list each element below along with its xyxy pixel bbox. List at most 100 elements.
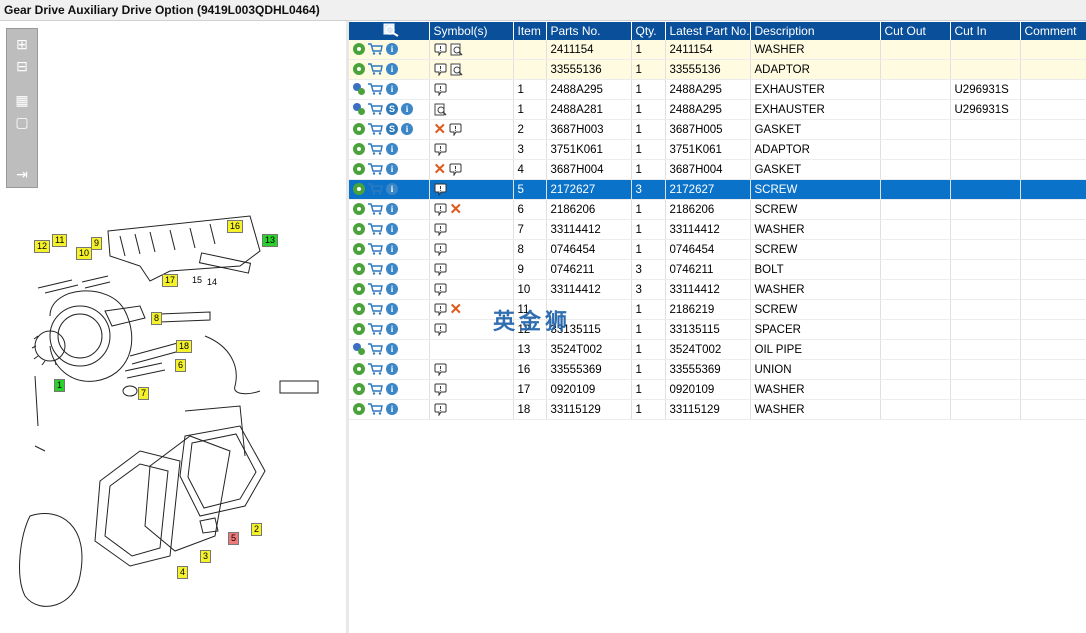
info-icon[interactable]: i: [386, 383, 398, 396]
cart-icon[interactable]: [368, 103, 383, 116]
table-row[interactable]: i 3 3751K061 1 3751K061 ADAPTOR: [349, 139, 1086, 160]
note-icon[interactable]: [434, 323, 447, 337]
gears-icon[interactable]: [353, 103, 365, 116]
info-icon[interactable]: i: [386, 43, 398, 56]
discontinued-icon[interactable]: ✕: [434, 162, 447, 177]
callout-13[interactable]: 13: [262, 234, 279, 247]
gear-icon[interactable]: [353, 403, 365, 416]
gear-icon[interactable]: [353, 183, 365, 196]
note-icon[interactable]: [449, 123, 462, 137]
callout-8[interactable]: 8: [151, 312, 163, 325]
col-header-latest-part-no[interactable]: Latest Part No.: [665, 22, 751, 40]
callout-11[interactable]: 11: [52, 234, 68, 247]
gears-icon[interactable]: [353, 83, 365, 96]
cart-icon[interactable]: [368, 43, 383, 56]
info-icon[interactable]: i: [386, 223, 398, 236]
cart-icon[interactable]: [368, 63, 383, 76]
zoom-out-button[interactable]: ⊟: [12, 57, 32, 75]
callout-4[interactable]: 4: [177, 566, 189, 579]
info-icon[interactable]: i: [386, 403, 398, 416]
callout-9[interactable]: 9: [91, 237, 103, 250]
cart-icon[interactable]: [368, 163, 383, 176]
cart-icon[interactable]: [368, 83, 383, 96]
note-icon[interactable]: [434, 363, 447, 377]
note-icon[interactable]: [434, 303, 447, 317]
info-icon[interactable]: i: [386, 303, 398, 316]
callout-16[interactable]: 16: [227, 220, 244, 233]
col-header-cut-in[interactable]: Cut In: [950, 22, 1021, 40]
column-chooser-icon[interactable]: [383, 23, 399, 37]
table-row[interactable]: i 16 33555369 1 33555369 UNION: [349, 359, 1086, 380]
table-row[interactable]: i 10 33114412 3 33114412 WASHER: [349, 279, 1086, 300]
callout-18[interactable]: 18: [176, 340, 193, 353]
gear-icon[interactable]: [353, 383, 365, 396]
gear-icon[interactable]: [353, 223, 365, 236]
exploded-parts-diagram[interactable]: [0, 196, 340, 626]
cart-icon[interactable]: [368, 243, 383, 256]
supersession-icon[interactable]: S: [386, 103, 398, 116]
document-search-icon[interactable]: [450, 63, 463, 76]
table-row[interactable]: i 33555136 1 33555136 ADAPTOR: [349, 59, 1086, 80]
gear-icon[interactable]: [353, 143, 365, 156]
table-row[interactable]: Si 1 2488A281 1 2488A295 EXHAUSTER U296931S: [349, 99, 1086, 120]
gear-icon[interactable]: [353, 243, 365, 256]
note-icon[interactable]: [434, 203, 447, 217]
document-search-icon[interactable]: [450, 43, 463, 56]
cart-icon[interactable]: [368, 263, 383, 276]
cart-icon[interactable]: [368, 123, 383, 136]
note-icon[interactable]: [434, 383, 447, 397]
cart-icon[interactable]: [368, 383, 383, 396]
info-icon[interactable]: i: [386, 283, 398, 296]
export-button[interactable]: ⇥: [12, 165, 32, 183]
gear-icon[interactable]: [353, 163, 365, 176]
callout-7[interactable]: 7: [138, 387, 150, 400]
info-icon[interactable]: i: [386, 263, 398, 276]
callout-15[interactable]: 15: [190, 275, 204, 286]
table-row[interactable]: i 8 0746454 1 0746454 SCREW: [349, 239, 1086, 260]
info-icon[interactable]: i: [401, 123, 413, 136]
table-row[interactable]: Si ✕ 2 3687H003 1 3687H005 GASKET: [349, 119, 1086, 140]
table-row[interactable]: i ✕ 6 2186206 1 2186206 SCREW: [349, 199, 1086, 220]
note-icon[interactable]: [434, 83, 447, 97]
gear-icon[interactable]: [353, 303, 365, 316]
note-icon[interactable]: [434, 283, 447, 297]
info-icon[interactable]: i: [386, 143, 398, 156]
gear-icon[interactable]: [353, 323, 365, 336]
info-icon[interactable]: i: [386, 343, 398, 356]
callout-12[interactable]: 12: [34, 240, 51, 253]
table-row[interactable]: i 5 2172627 3 2172627 SCREW: [349, 179, 1086, 200]
info-icon[interactable]: i: [386, 203, 398, 216]
cart-icon[interactable]: [368, 143, 383, 156]
info-icon[interactable]: i: [401, 103, 413, 116]
discontinued-icon[interactable]: ✕: [450, 202, 463, 217]
info-icon[interactable]: i: [386, 323, 398, 336]
table-row[interactable]: i 13 3524T002 1 3524T002 OIL PIPE: [349, 339, 1086, 360]
col-header-description[interactable]: Description: [750, 22, 881, 40]
info-icon[interactable]: i: [386, 243, 398, 256]
cart-icon[interactable]: [368, 403, 383, 416]
info-icon[interactable]: i: [386, 63, 398, 76]
gear-icon[interactable]: [353, 63, 365, 76]
callout-17[interactable]: 17: [162, 274, 179, 287]
cart-icon[interactable]: [368, 303, 383, 316]
fit-window-button[interactable]: ▢: [12, 113, 32, 131]
gears-icon[interactable]: [353, 343, 365, 356]
col-header-comment[interactable]: Comment: [1020, 22, 1086, 40]
table-row[interactable]: i 2411154 1 2411154 WASHER: [349, 40, 1086, 60]
note-icon[interactable]: [434, 403, 447, 417]
gear-icon[interactable]: [353, 123, 365, 136]
document-search-icon[interactable]: [434, 103, 447, 116]
cart-icon[interactable]: [368, 363, 383, 376]
note-icon[interactable]: [449, 163, 462, 177]
table-row[interactable]: i 12 33135115 1 33135115 SPACER: [349, 319, 1086, 340]
callout-5[interactable]: 5: [228, 532, 240, 545]
col-header-symbols[interactable]: Symbol(s): [429, 22, 514, 40]
note-icon[interactable]: [434, 263, 447, 277]
cart-icon[interactable]: [368, 203, 383, 216]
table-row[interactable]: i ✕ 11 1 2186219 SCREW: [349, 299, 1086, 320]
cart-icon[interactable]: [368, 283, 383, 296]
zoom-in-button[interactable]: ⊞: [12, 35, 32, 53]
gear-icon[interactable]: [353, 203, 365, 216]
table-row[interactable]: i 9 0746211 3 0746211 BOLT: [349, 259, 1086, 280]
note-icon[interactable]: [434, 223, 447, 237]
